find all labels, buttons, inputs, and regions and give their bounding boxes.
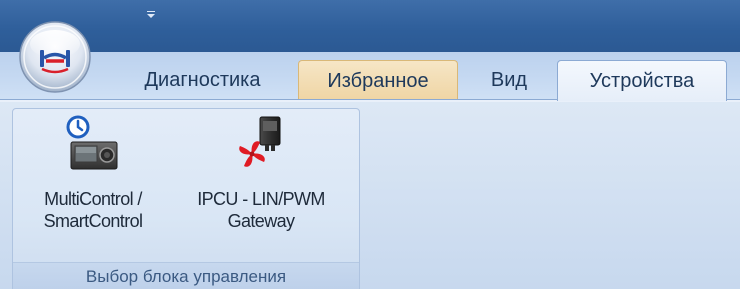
ipcu-lin-pwm-gateway-button[interactable]: IPCU - LIN/PWM Gateway (176, 114, 346, 254)
app-menu-button[interactable] (18, 20, 92, 94)
group-label: Выбор блока управления (13, 262, 359, 289)
customize-dropdown-icon[interactable] (146, 10, 156, 20)
ipcu-fan-gateway-icon (239, 116, 281, 167)
tab-devices[interactable]: Устройства (557, 60, 727, 101)
tab-view[interactable]: Вид (470, 60, 548, 100)
title-bar (0, 0, 740, 52)
multicontrol-smartcontrol-button[interactable]: MultiControl / SmartControl (18, 114, 168, 254)
tab-diagnostics[interactable]: Диагностика (110, 60, 295, 100)
tab-favorites[interactable]: Избранное (298, 60, 458, 100)
app-window: Диагностика Избранное Вид Устройства Выб… (0, 0, 740, 289)
ipcu-label: IPCU - LIN/PWM Gateway (197, 189, 325, 231)
multicontrol-label: MultiControl / SmartControl (43, 189, 143, 231)
app-logo-icon (19, 21, 91, 93)
multicontrol-timer-icon (66, 115, 118, 170)
